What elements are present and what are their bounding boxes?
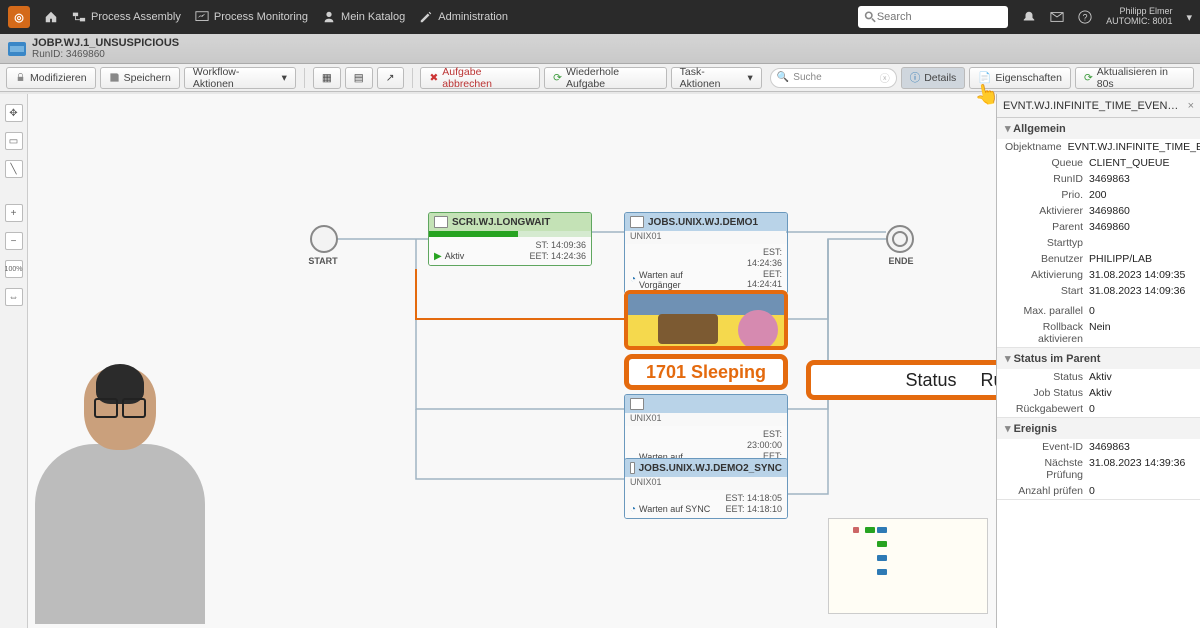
move-tool[interactable]: ✥ bbox=[5, 104, 23, 122]
search-icon bbox=[864, 10, 877, 24]
node-demo2-sync[interactable]: JOBS.UNIX.WJ.DEMO2_SYNC UNIX01 ◔Warten a… bbox=[624, 458, 788, 519]
start-node[interactable] bbox=[310, 225, 338, 253]
top-nav-bar: ◎ Process Assembly Process Monitoring Me… bbox=[0, 0, 1200, 34]
minimap[interactable] bbox=[828, 518, 988, 614]
task-aktionen-button[interactable]: Task-Aktionen ▾ bbox=[671, 67, 762, 89]
global-search-input[interactable] bbox=[877, 11, 1002, 23]
layout-button-3[interactable]: ↗ bbox=[377, 67, 404, 89]
aktualisieren-button[interactable]: ⟳Aktualisieren in 80s bbox=[1075, 67, 1194, 89]
object-runid: RunID: 3469860 bbox=[32, 49, 179, 60]
object-tab-header: JOBP.WJ.1_UNSUSPICIOUS RunID: 3469860 bbox=[0, 34, 1200, 64]
section-status-parent: Status im Parent StatusAktivJob StatusAk… bbox=[997, 348, 1200, 418]
presenter-webcam bbox=[20, 368, 220, 628]
zoom-100-button[interactable]: 100% bbox=[5, 260, 23, 278]
job-icon bbox=[630, 216, 644, 228]
aufgabe-abbrechen-button[interactable]: ✖Aufgabe abbrechen bbox=[420, 67, 540, 89]
mail-icon[interactable] bbox=[1050, 10, 1064, 24]
zoom-in-button[interactable]: + bbox=[5, 204, 23, 222]
detail-row: RunID3469863 bbox=[997, 171, 1200, 187]
detail-row: BenutzerPHILIPP/LAB bbox=[997, 251, 1200, 267]
detail-row: QueueCLIENT_QUEUE bbox=[997, 155, 1200, 171]
svg-text:?: ? bbox=[1083, 13, 1088, 23]
job-icon bbox=[630, 398, 644, 410]
section-header[interactable]: Ereignis bbox=[997, 418, 1200, 439]
nav-process-monitoring[interactable]: Process Monitoring bbox=[195, 10, 308, 24]
line-tool[interactable]: ╲ bbox=[5, 160, 23, 178]
node-homer-overlay bbox=[624, 290, 788, 350]
object-title: JOBP.WJ.1_UNSUSPICIOUS bbox=[32, 37, 179, 49]
detail-row: Max. parallel0 bbox=[997, 303, 1200, 319]
app-logo-icon[interactable]: ◎ bbox=[8, 6, 30, 28]
detail-row: Rückgabewert0 bbox=[997, 401, 1200, 417]
fit-button[interactable]: ⇔ bbox=[5, 288, 23, 306]
end-node[interactable] bbox=[886, 225, 914, 253]
section-header[interactable]: Allgemein bbox=[997, 118, 1200, 139]
detail-row: Start31.08.2023 14:09:36 bbox=[997, 283, 1200, 299]
user-menu[interactable]: Philipp ElmerAUTOMIC: 8001 bbox=[1106, 7, 1172, 27]
detail-row: Rollback aktivierenNein bbox=[997, 319, 1200, 347]
workflow-aktionen-button[interactable]: Workflow-Aktionen ▾ bbox=[184, 67, 296, 89]
eigenschaften-button[interactable]: 📄 Eigenschaften bbox=[969, 67, 1071, 89]
save-icon bbox=[109, 72, 120, 83]
detail-row: Parent3469860 bbox=[997, 219, 1200, 235]
script-icon bbox=[434, 216, 448, 228]
start-label: START bbox=[298, 256, 348, 266]
zoom-out-button[interactable]: − bbox=[5, 232, 23, 250]
section-allgemein: Allgemein ObjektnameEVNT.WJ.INFINITE_TIM… bbox=[997, 118, 1200, 348]
detail-row: Aktivierung31.08.2023 14:09:35 bbox=[997, 267, 1200, 283]
detail-row: Nächste Prüfung31.08.2023 14:39:36 bbox=[997, 455, 1200, 483]
detail-row: ObjektnameEVNT.WJ.INFINITE_TIME_EVENT bbox=[997, 139, 1200, 155]
layout-button-2[interactable]: ▤ bbox=[345, 67, 373, 89]
nav-process-assembly[interactable]: Process Assembly bbox=[72, 10, 181, 24]
detail-row: StatusAktiv bbox=[997, 369, 1200, 385]
toolbar: Modifizieren Speichern Workflow-Aktionen… bbox=[0, 64, 1200, 92]
detail-row: Event-ID3469863 bbox=[997, 439, 1200, 455]
node-demo1[interactable]: JOBS.UNIX.WJ.DEMO1 UNIX01 ◔Warten auf Vo… bbox=[624, 212, 788, 294]
nav-mein-katalog[interactable]: Mein Katalog bbox=[322, 10, 405, 24]
lock-icon bbox=[15, 72, 26, 83]
wiederhole-aufgabe-button[interactable]: ⟳Wiederhole Aufgabe bbox=[544, 67, 666, 89]
detail-row: Starttyp bbox=[997, 235, 1200, 251]
home-icon[interactable] bbox=[44, 10, 58, 24]
layout-button-1[interactable]: ▦ bbox=[313, 67, 341, 89]
global-search[interactable] bbox=[858, 6, 1008, 28]
sleeping-overlay: 1701 Sleeping bbox=[624, 354, 788, 390]
detail-row: Prio.200 bbox=[997, 187, 1200, 203]
close-icon[interactable]: × bbox=[1188, 100, 1194, 112]
detail-row: Job StatusAktiv bbox=[997, 385, 1200, 401]
nav-administration[interactable]: Administration bbox=[419, 10, 508, 24]
section-header[interactable]: Status im Parent bbox=[997, 348, 1200, 369]
modifizieren-button[interactable]: Modifizieren bbox=[6, 67, 96, 89]
bell-icon[interactable] bbox=[1022, 10, 1036, 24]
job-icon bbox=[630, 462, 635, 474]
details-tab: EVNT.WJ.INFINITE_TIME_EVENT (RunID: 346.… bbox=[997, 94, 1200, 118]
select-tool[interactable]: ▭ bbox=[5, 132, 23, 150]
end-label: ENDE bbox=[876, 256, 926, 266]
node-scri-longwait[interactable]: SCRI.WJ.LONGWAIT ▶Aktiv ST: 14:09:36EET:… bbox=[428, 212, 592, 266]
local-search[interactable]: 🔍 Sucheⓧ bbox=[770, 68, 897, 88]
detail-row: Anzahl prüfen0 bbox=[997, 483, 1200, 499]
section-ereignis: Ereignis Event-ID3469863Nächste Prüfung3… bbox=[997, 418, 1200, 500]
workflow-icon bbox=[8, 42, 26, 56]
detail-row: Aktivierer3469860 bbox=[997, 203, 1200, 219]
help-icon[interactable]: ? bbox=[1078, 10, 1092, 24]
details-panel: EVNT.WJ.INFINITE_TIME_EVENT (RunID: 346.… bbox=[996, 94, 1200, 628]
speichern-button[interactable]: Speichern bbox=[100, 67, 180, 89]
chevron-down-icon[interactable]: ▾ bbox=[1186, 11, 1192, 24]
details-toggle[interactable]: ⓘDetails bbox=[901, 67, 966, 89]
